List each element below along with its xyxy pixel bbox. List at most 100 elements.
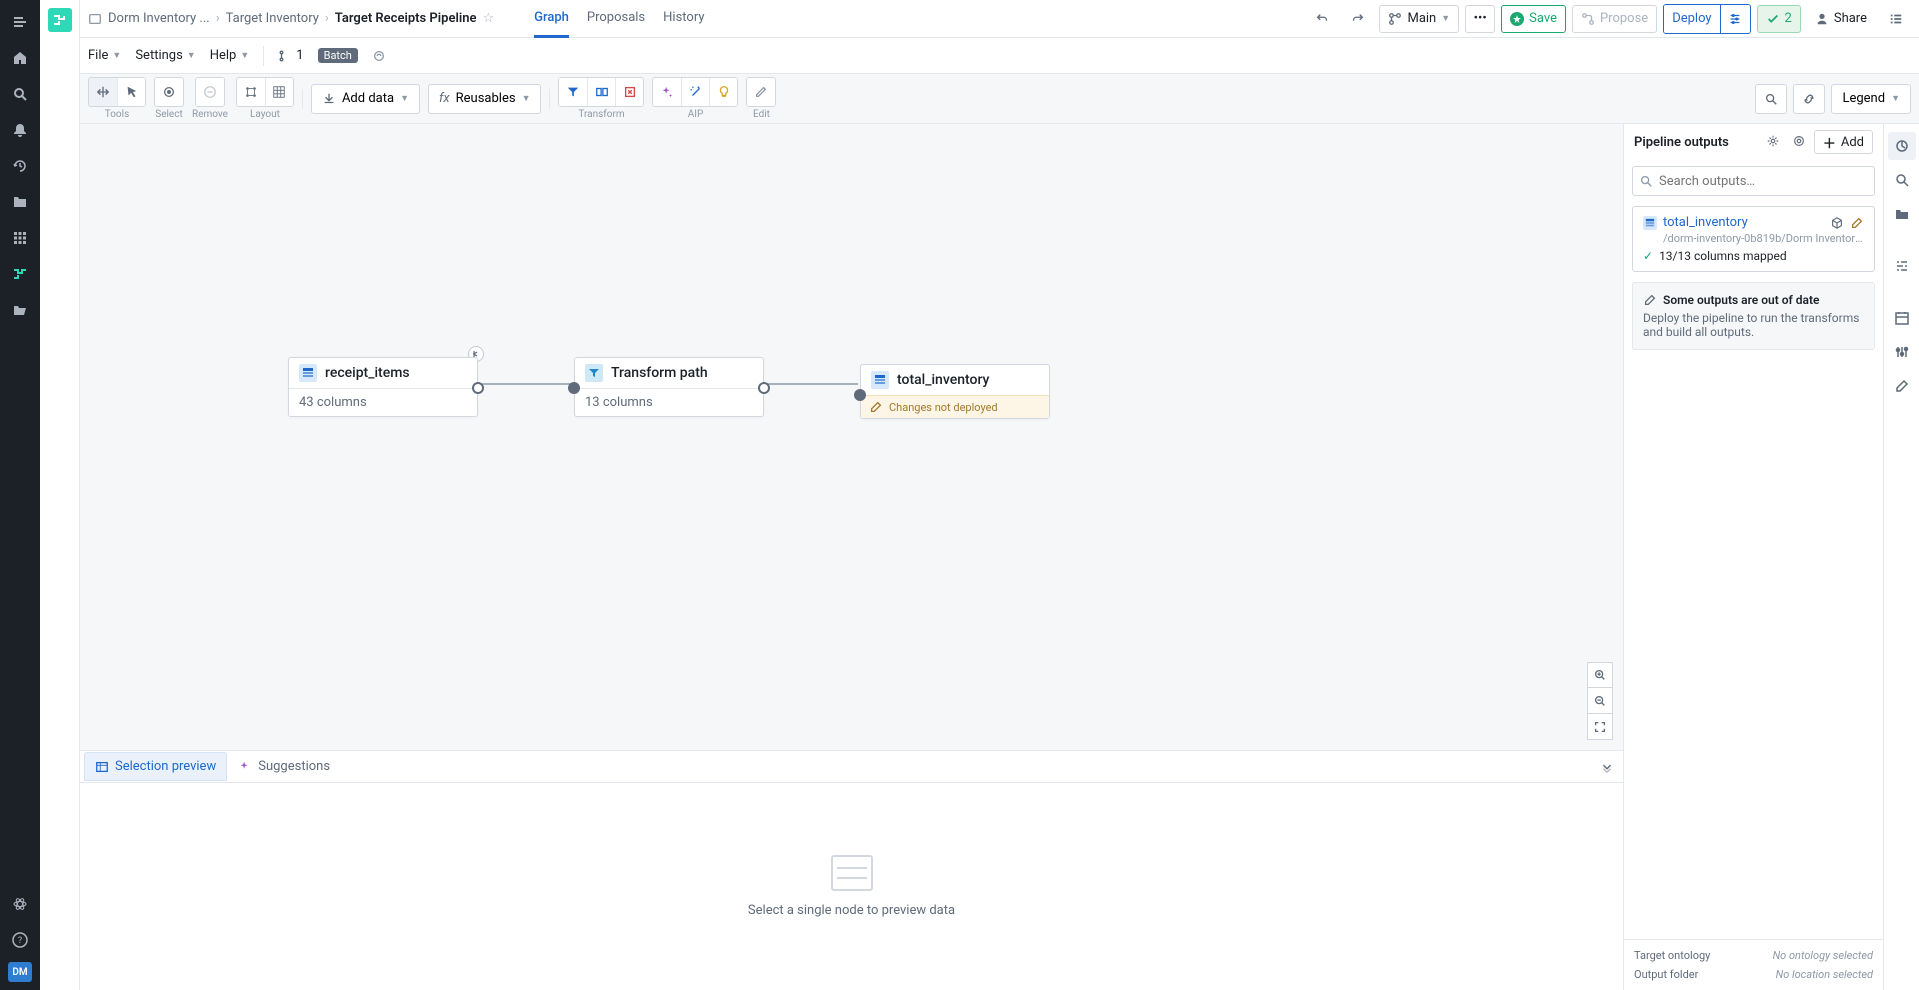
zoom-fit-button[interactable] [1587,714,1613,740]
output-port[interactable] [758,382,770,394]
folder-open-nav-icon[interactable] [4,296,36,324]
history-nav-icon[interactable] [4,152,36,180]
dataset-icon [871,371,889,389]
gear-icon[interactable] [1762,130,1784,152]
sliders-rail-icon[interactable] [1888,252,1916,280]
tool-pan[interactable] [89,78,117,106]
branch-indicator[interactable]: 1 [278,48,303,63]
reusables-button[interactable]: fx Reusables ▼ [428,84,542,114]
node-transform-path[interactable]: Transform path 13 columns [574,357,764,417]
aip-sparkle-icon[interactable] [653,78,681,106]
search-icon [1639,174,1653,192]
tool-layout-tree[interactable] [237,78,265,106]
aip-wand-icon[interactable] [681,78,709,106]
tab-history[interactable]: History [663,0,704,38]
star-icon[interactable]: ☆ [482,11,494,26]
target-ontology-row[interactable]: Target ontology No ontology selected [1634,946,1873,965]
transform-icon [585,364,603,382]
bell-icon[interactable] [4,116,36,144]
deploy-button[interactable]: Deploy [1664,5,1719,33]
search-outputs-input[interactable] [1632,166,1875,196]
link-toggle-button[interactable] [1793,84,1825,114]
breadcrumb-root[interactable]: Dorm Inventory ... [108,11,210,26]
divider [263,46,264,66]
folder-nav-icon[interactable] [4,188,36,216]
search-rail-icon[interactable] [1888,166,1916,194]
branch-selector[interactable]: Main ▼ [1379,5,1459,33]
zoom-in-button[interactable] [1587,662,1613,688]
project-icon [88,12,102,26]
propose-button[interactable]: Propose [1572,5,1657,33]
share-button[interactable]: Share [1807,5,1875,33]
build-icon [1643,293,1657,307]
tool-remove[interactable] [196,78,224,106]
deploy-settings-button[interactable] [1720,5,1750,33]
tab-selection-preview[interactable]: Selection preview [84,752,227,781]
target-icon[interactable] [1788,130,1810,152]
build-warn-icon[interactable] [1850,216,1864,230]
breadcrumb-current[interactable]: Target Receipts Pipeline [335,11,477,26]
folder-rail-icon[interactable] [1888,200,1916,228]
user-badge[interactable]: DM [8,962,32,982]
transform-join-icon[interactable] [587,78,615,106]
more-button[interactable]: ••• [1465,5,1495,33]
menu-file[interactable]: File▼ [88,48,121,63]
canvas-search-button[interactable] [1755,84,1787,114]
collapse-panel-button[interactable] [1595,755,1619,779]
streaming-toggle-icon[interactable] [372,49,386,63]
node-total-inventory[interactable]: total_inventory Changes not deployed [860,364,1050,419]
atom-icon[interactable] [4,890,36,918]
validation-status[interactable]: 2 [1757,5,1801,33]
breadcrumb-mid[interactable]: Target Inventory [226,11,319,26]
node-receipt-items[interactable]: receipt_items 43 columns [288,357,478,417]
tool-pointer[interactable] [117,78,145,106]
input-port[interactable] [854,389,866,401]
zoom-controls [1587,662,1613,740]
input-port[interactable] [568,382,580,394]
tool-label-select: Select [155,109,182,120]
transform-delete-icon[interactable] [615,78,643,106]
add-data-button[interactable]: Add data ▼ [311,84,420,114]
right-rail [1883,124,1919,990]
add-output-button[interactable]: ＋ Add [1814,130,1873,154]
menu-toggle-icon[interactable] [4,8,36,36]
output-port[interactable] [472,382,484,394]
params-rail-icon[interactable] [1888,338,1916,366]
transform-filter-icon[interactable] [559,78,587,106]
redo-button[interactable] [1343,5,1373,33]
apps-icon[interactable] [4,224,36,252]
menu-help[interactable]: Help▼ [210,48,250,63]
save-button[interactable]: Save [1501,5,1566,33]
undo-button[interactable] [1307,5,1337,33]
aip-bulb-icon[interactable] [709,78,737,106]
tab-graph[interactable]: Graph [534,0,569,38]
tab-proposals[interactable]: Proposals [587,0,645,38]
tool-layout-grid[interactable] [265,78,293,106]
search-nav-icon[interactable] [4,80,36,108]
legend-button[interactable]: Legend▼ [1831,84,1911,114]
help-icon[interactable]: ? [4,926,36,954]
menu-settings[interactable]: Settings▼ [135,48,195,63]
pipeline-nav-icon[interactable] [4,260,36,288]
edit-pencil-icon[interactable] [747,78,775,106]
output-item[interactable]: total_inventory /dorm-inventory-0b819b/D… [1632,206,1875,272]
build-rail-icon[interactable] [1888,372,1916,400]
calendar-rail-icon[interactable] [1888,304,1916,332]
pipeline-canvas[interactable]: receipt_items 43 columns Transform path [80,124,1623,750]
tool-select[interactable] [155,78,183,106]
menu-bar: File▼ Settings▼ Help▼ 1 Batch [80,38,1919,74]
node-title: total_inventory [897,372,989,388]
tool-label-remove: Remove [192,109,228,120]
output-path: /dorm-inventory-0b819b/Dorm Inventory T… [1663,232,1864,245]
app-logo[interactable] [48,8,72,32]
cube-icon[interactable] [1830,216,1844,230]
outputs-rail-icon[interactable] [1888,132,1916,160]
output-folder-row[interactable]: Output folder No location selected [1634,965,1873,984]
home-icon[interactable] [4,44,36,72]
tab-suggestions[interactable]: Suggestions [227,752,341,781]
brand-strip [40,0,80,990]
zoom-out-button[interactable] [1587,688,1613,714]
bottom-panel: Selection preview Suggestions Select a s… [80,750,1623,990]
list-toggle-icon[interactable] [1881,5,1911,33]
check-icon: ✓ [1643,249,1653,263]
